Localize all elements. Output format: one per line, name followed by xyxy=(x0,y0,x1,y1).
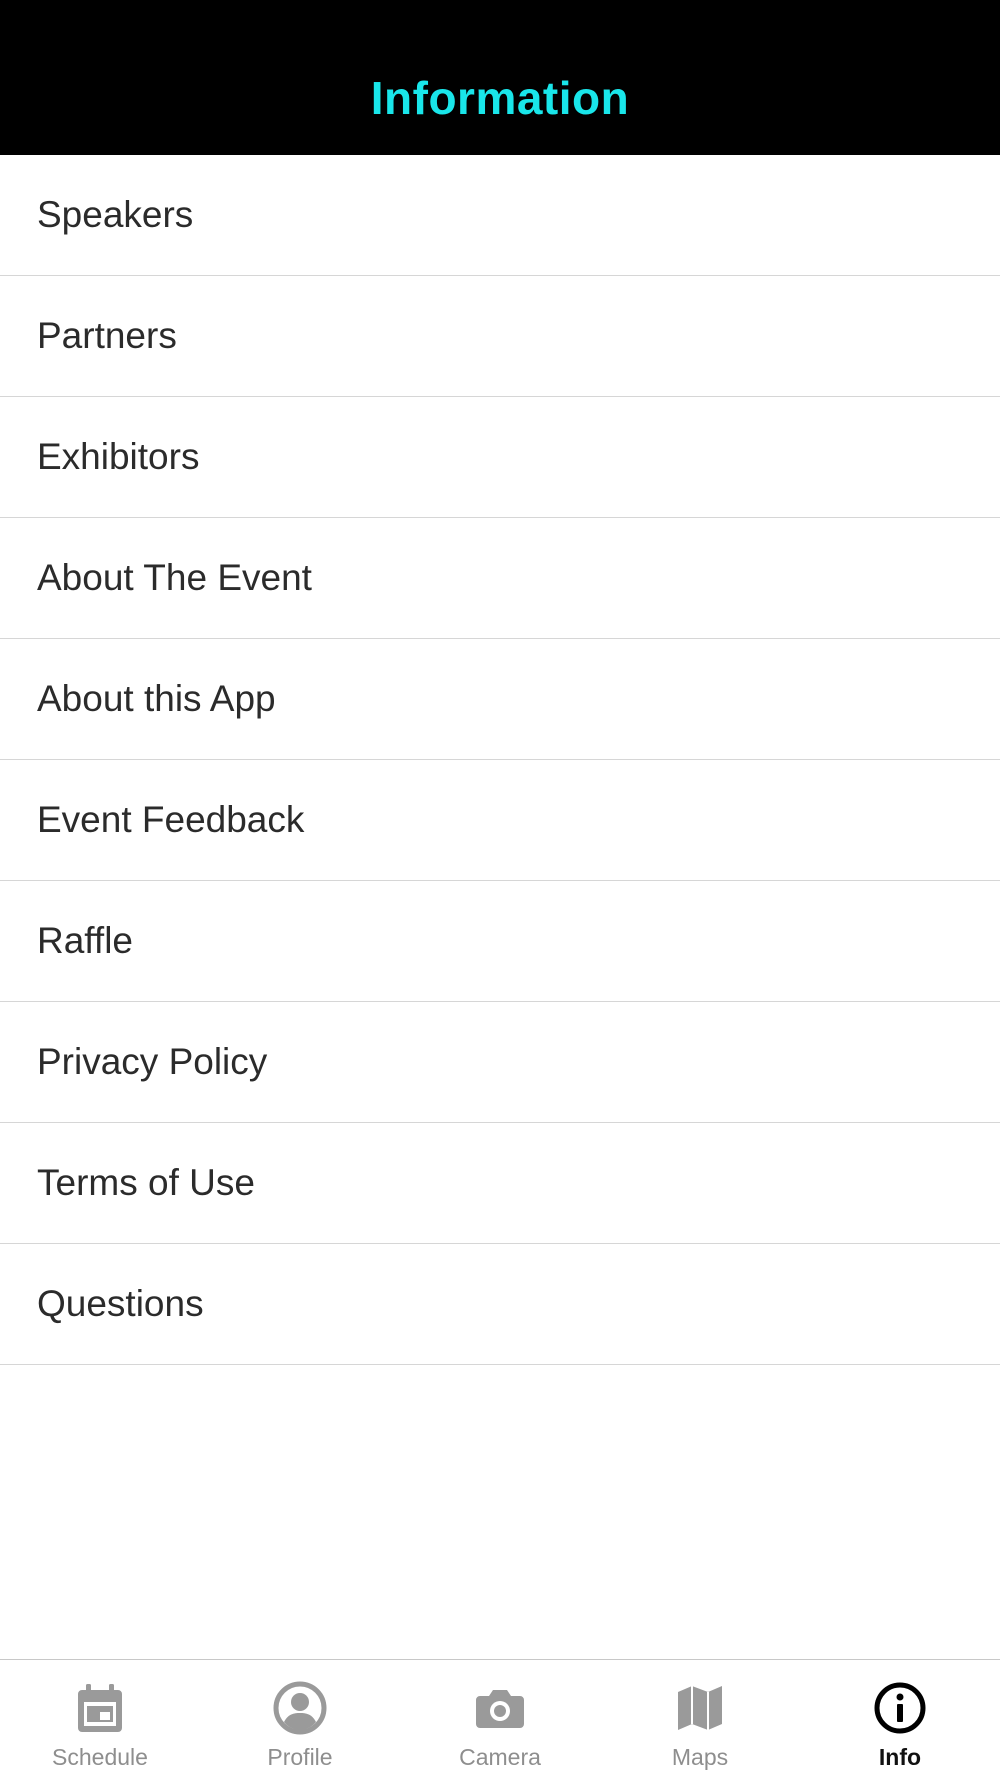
tab-label: Camera xyxy=(459,1744,541,1770)
tab-label: Maps xyxy=(671,1744,729,1770)
menu-item-about-app[interactable]: About this App xyxy=(0,639,1000,760)
menu-item-speakers[interactable]: Speakers xyxy=(0,155,1000,276)
menu-item-privacy-policy[interactable]: Privacy Policy xyxy=(0,1002,1000,1123)
menu-item-label: Terms of Use xyxy=(37,1162,255,1203)
person-circle-icon xyxy=(273,1681,327,1735)
tab-info[interactable]: Info xyxy=(800,1660,1000,1778)
menu-item-label: Speakers xyxy=(37,194,194,235)
tab-profile[interactable]: Profile xyxy=(200,1660,400,1778)
calendar-icon xyxy=(78,1684,122,1732)
menu-item-about-event[interactable]: About The Event xyxy=(0,518,1000,639)
menu-item-terms-of-use[interactable]: Terms of Use xyxy=(0,1123,1000,1244)
menu-item-label: About The Event xyxy=(37,557,312,598)
menu-item-event-feedback[interactable]: Event Feedback xyxy=(0,760,1000,881)
info-menu-list: Speakers Partners Exhibitors About The E… xyxy=(0,155,1000,1365)
menu-item-label: Questions xyxy=(37,1283,204,1324)
menu-item-partners[interactable]: Partners xyxy=(0,276,1000,397)
info-circle-icon xyxy=(874,1682,926,1734)
menu-item-label: About this App xyxy=(37,678,276,719)
menu-item-label: Raffle xyxy=(37,920,133,961)
tab-label: Info xyxy=(878,1744,922,1770)
map-icon xyxy=(678,1686,722,1730)
page-title: Information xyxy=(370,71,630,124)
tab-label: Profile xyxy=(267,1744,333,1770)
menu-item-label: Exhibitors xyxy=(37,436,200,477)
menu-item-label: Partners xyxy=(37,315,177,356)
menu-item-exhibitors[interactable]: Exhibitors xyxy=(0,397,1000,518)
menu-item-label: Event Feedback xyxy=(37,799,305,840)
tab-label: Schedule xyxy=(52,1744,148,1770)
tab-camera[interactable]: Camera xyxy=(400,1660,600,1778)
menu-item-label: Privacy Policy xyxy=(37,1041,268,1082)
menu-item-raffle[interactable]: Raffle xyxy=(0,881,1000,1002)
menu-item-questions[interactable]: Questions xyxy=(0,1244,1000,1365)
tab-bar: Schedule Profile Camera Maps Info xyxy=(0,1659,1000,1778)
app-screen: Information Speakers Partners Exhibitors… xyxy=(0,0,1000,1778)
tab-maps[interactable]: Maps xyxy=(600,1660,800,1778)
tab-schedule[interactable]: Schedule xyxy=(0,1660,200,1778)
camera-icon xyxy=(476,1690,524,1728)
nav-bar: Information xyxy=(0,0,1000,155)
